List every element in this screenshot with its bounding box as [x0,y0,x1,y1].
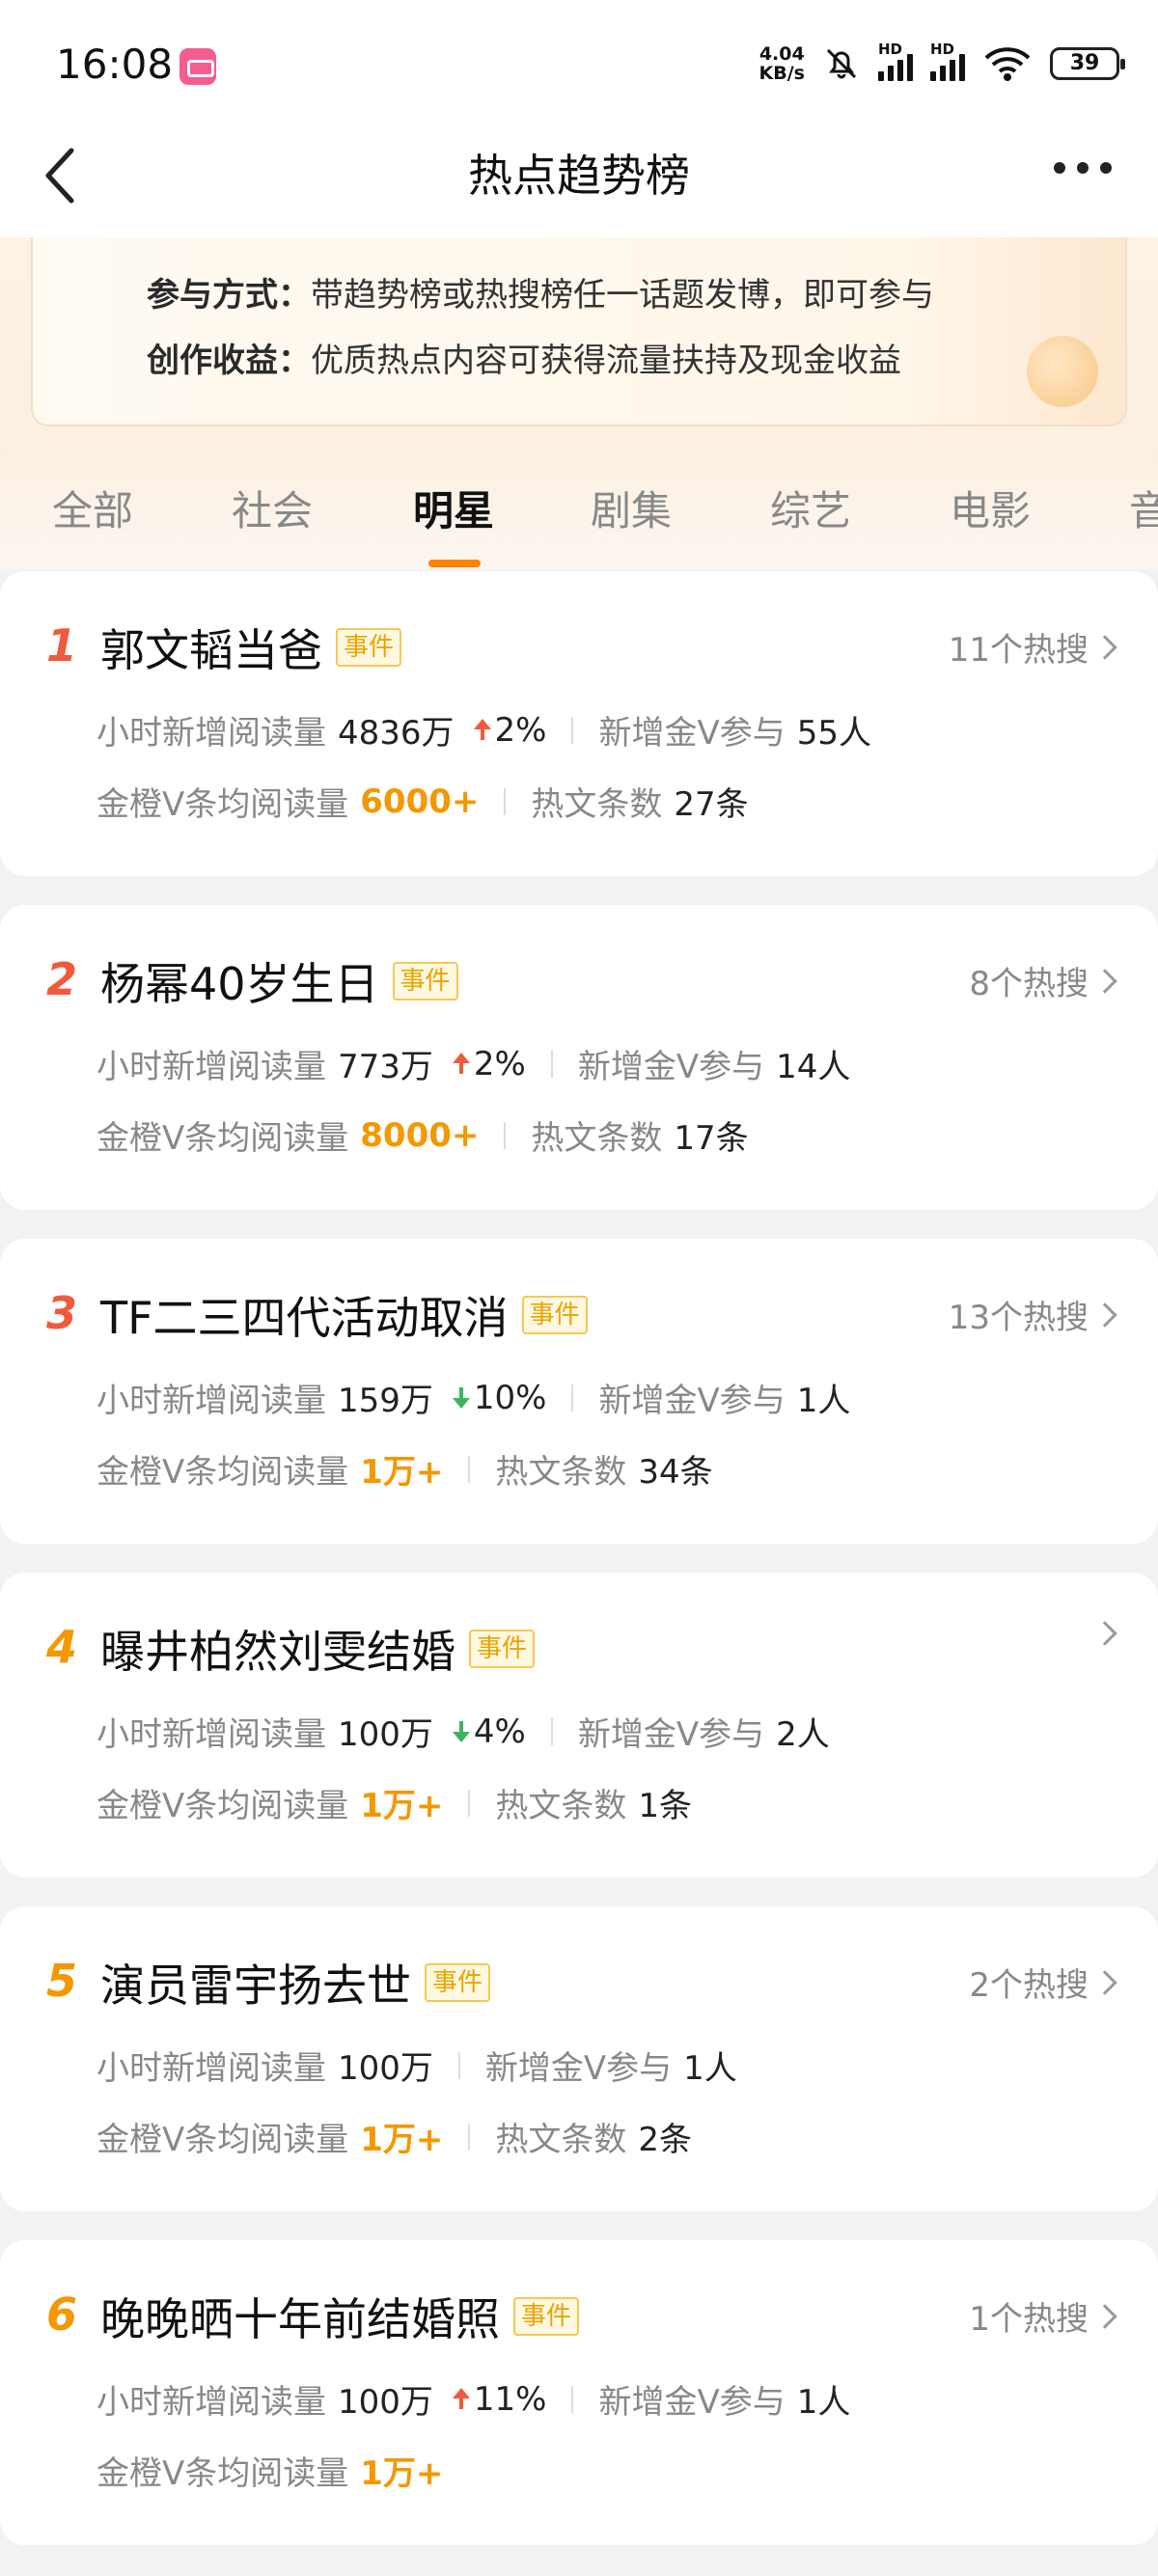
tab-music[interactable]: 音 [1129,479,1158,537]
topic-title: 郭文韬当爸 事件 [100,616,402,679]
topic-title: 晚晚晒十年前结婚照 事件 [100,2285,580,2348]
stats-row-1: 小时新增阅读量 100万 新增金V参与 1人 [96,2049,737,2088]
tab-movie[interactable]: 电影 [950,479,1031,537]
banner-row-income: 创作收益：优质热点内容可获得流量扶持及现金收益 [147,342,901,380]
trend-up: 11% [452,2380,546,2419]
tab-society[interactable]: 社会 [232,479,313,537]
event-tag: 事件 [392,962,458,1000]
arrow-down-icon [452,1721,470,1742]
trend-up: 2% [452,1045,526,1083]
chevron-right-icon [1092,1969,1117,1995]
signal-icon-1: HD [878,41,913,81]
tab-stars[interactable]: 明星 [413,479,494,537]
stats-row-2: 金橙V条均阅读量 1万+ 热文条数 2条 [96,2121,693,2159]
participation-banner: 参与方式：带趋势榜或热搜榜任一话题发博，即可参与 创作收益：优质热点内容可获得流… [31,237,1127,426]
trend-item[interactable]: 4 曝井柏然刘雯结婚 事件 小时新增阅读量 100万 4% 新增金V参与 2人 金橙V… [0,1573,1158,1877]
topic-title: 演员雷宇扬去世 事件 [100,1951,491,2014]
trend-up: 2% [473,711,546,750]
stats-row-1: 小时新增阅读量 100万 11% 新增金V参与 1人 [96,2379,851,2423]
rank-number: 6 [46,2288,78,2341]
bilibili-app-icon [179,48,216,85]
stats-row-1: 小时新增阅读量 100万 4% 新增金V参与 2人 [96,1712,830,1755]
trend-item[interactable]: 1 郭文韬当爸 事件 11个热搜 小时新增阅读量 4836万 2% 新增金V参与 55… [0,571,1158,876]
more-icon[interactable] [1054,162,1112,174]
mute-bell-icon [826,48,857,79]
hot-search-link[interactable] [1092,1621,1117,1646]
rank-number: 4 [46,1621,78,1673]
chevron-right-icon [1092,1302,1117,1328]
tab-variety[interactable]: 综艺 [770,479,851,537]
page-title: 热点趋势榜 [468,150,690,202]
category-tabs: 全部 社会 明星 剧集 综艺 电影 音 [0,450,1158,569]
hot-search-link[interactable]: 11个热搜 [949,623,1117,671]
stats-row-2: 金橙V条均阅读量 1万+ 热文条数 1条 [96,1787,693,1825]
net-speed: 4.04 KB/s [758,43,805,84]
trend-item[interactable]: 6 晚晚晒十年前结婚照 事件 1个热搜 小时新增阅读量 100万 11% 新增金V参… [0,2240,1158,2545]
trend-item[interactable]: 5 演员雷宇扬去世 事件 2个热搜 小时新增阅读量 100万 新增金V参与 1人 金橙… [0,1906,1158,2211]
topic-title: 杨幂40岁生日 事件 [100,949,458,1013]
rank-number: 1 [46,619,78,671]
event-tag: 事件 [336,628,402,667]
hot-search-link[interactable]: 1个热搜 [969,2292,1117,2340]
arrow-down-icon [452,1387,470,1409]
stats-row-1: 小时新增阅读量 773万 2% 新增金V参与 14人 [96,1044,851,1087]
signal-icon-2: HD [930,41,965,81]
stats-row-2: 金橙V条均阅读量 1万+ 热文条数 34条 [96,1453,713,1492]
arrow-up-icon [452,1053,470,1074]
rank-number: 3 [46,1287,78,1339]
tab-series[interactable]: 剧集 [591,479,672,537]
rank-number: 2 [46,953,78,1005]
status-time: 16:08 [56,41,174,88]
status-bar: 16:08 4.04 KB/s HD HD 39 [0,0,1158,135]
stats-row-2: 金橙V条均阅读量 8000+ 热文条数 17条 [96,1115,749,1159]
coin-icon [1027,336,1098,407]
event-tag: 事件 [521,1296,588,1334]
topic-title: 曝井柏然刘雯结婚 事件 [100,1617,536,1681]
arrow-up-icon [452,2388,470,2409]
trend-item[interactable]: 2 杨幂40岁生日 事件 8个热搜 小时新增阅读量 773万 2% 新增金V参与 14… [0,905,1158,1210]
banner-row-participation: 参与方式：带趋势榜或热搜榜任一话题发博，即可参与 [147,276,934,315]
rank-number: 5 [46,1955,78,2007]
active-tab-indicator [428,560,481,567]
chevron-right-icon [1092,968,1117,994]
event-tag: 事件 [425,1963,491,2002]
hot-search-link[interactable]: 2个热搜 [969,1959,1117,2006]
chevron-right-icon [1092,2303,1117,2329]
event-tag: 事件 [513,2297,580,2336]
wifi-icon [984,47,1031,81]
stats-row-1: 小时新增阅读量 159万 10% 新增金V参与 1人 [96,1378,851,1421]
event-tag: 事件 [469,1630,536,1668]
stats-row-1: 小时新增阅读量 4836万 2% 新增金V参与 55人 [96,710,872,754]
tab-all[interactable]: 全部 [52,479,133,537]
stats-row-2: 金橙V条均阅读量 1万+ [96,2454,444,2493]
chevron-right-icon [1092,634,1117,660]
status-icons: 4.04 KB/s HD HD 39 [758,41,1125,84]
chevron-right-icon [1092,1621,1117,1646]
battery-icon: 39 [1050,47,1125,80]
hot-search-link[interactable]: 13个热搜 [949,1291,1117,1338]
topic-title: TF二三四代活动取消 事件 [100,1283,588,1347]
stats-row-2: 金橙V条均阅读量 6000+ 热文条数 27条 [96,781,749,825]
trend-down: 4% [452,1713,526,1751]
hot-search-link[interactable]: 8个热搜 [969,957,1117,1004]
trend-down: 10% [452,1379,546,1417]
trend-item[interactable]: 3 TF二三四代活动取消 事件 13个热搜 小时新增阅读量 159万 10% 新增金… [0,1239,1158,1544]
arrow-up-icon [473,719,491,740]
